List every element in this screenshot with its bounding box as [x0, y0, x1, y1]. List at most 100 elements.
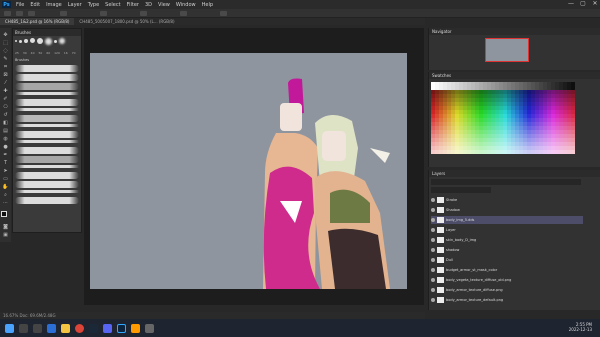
gradient-tool-icon[interactable]: ▤ — [2, 128, 9, 134]
tool-preset-button[interactable] — [4, 11, 11, 16]
vlc-icon[interactable] — [131, 323, 140, 333]
document-canvas[interactable] — [90, 53, 407, 289]
mode-dropdown[interactable] — [60, 11, 67, 16]
close-button[interactable]: ✕ — [590, 0, 600, 9]
menu-3d[interactable]: 3D — [142, 2, 155, 8]
menu-filter[interactable]: Filter — [124, 2, 142, 8]
menu-layer[interactable]: Layer — [65, 2, 85, 8]
brush-preset[interactable] — [15, 172, 79, 179]
brush-tool-icon[interactable]: ✐ — [2, 96, 9, 102]
marquee-tool-icon[interactable]: ⬚ — [2, 40, 9, 46]
steam-icon[interactable] — [89, 323, 98, 333]
layer-filter-bar[interactable] — [431, 179, 581, 185]
screen-mode-icon[interactable]: ▣ — [2, 232, 9, 238]
brush-preset[interactable] — [15, 147, 79, 154]
more-tools-icon[interactable]: ⋯ — [2, 200, 9, 206]
pen-tool-icon[interactable]: ✒ — [2, 152, 9, 158]
brush-preset[interactable] — [15, 165, 79, 168]
zoom-tool-icon[interactable]: ⌕ — [2, 192, 9, 198]
frame-tool-icon[interactable]: ⊠ — [2, 72, 9, 78]
flow-control[interactable] — [140, 11, 147, 16]
brush-tip[interactable] — [24, 39, 28, 43]
brush-preset[interactable] — [15, 197, 79, 204]
menu-edit[interactable]: Edit — [27, 2, 43, 8]
menu-type[interactable]: Type — [85, 2, 102, 8]
brush-preset[interactable] — [15, 99, 79, 106]
eraser-tool-icon[interactable]: ◧ — [2, 120, 9, 126]
system-clock[interactable]: 2:55 PM 2022-12-13 — [569, 322, 592, 332]
hand-tool-icon[interactable]: ✋ — [2, 184, 9, 190]
brush-preset[interactable] — [15, 108, 79, 111]
layer-visibility-icon[interactable] — [431, 248, 435, 252]
layer-visibility-icon[interactable] — [431, 228, 435, 232]
task-view-icon[interactable] — [33, 323, 42, 333]
symmetry-button[interactable] — [220, 11, 227, 16]
brush-preset[interactable] — [15, 65, 79, 72]
search-icon[interactable] — [19, 323, 28, 333]
layer-row[interactable]: Shadow — [431, 206, 583, 214]
doc-tab-1[interactable]: CH485_1&2.psd @ 16% (RGB/8) — [0, 18, 75, 25]
dodge-tool-icon[interactable]: ● — [2, 144, 9, 150]
brush-tip[interactable] — [59, 38, 65, 44]
minimize-button[interactable]: — — [566, 0, 576, 9]
windows-start-icon[interactable] — [5, 323, 14, 333]
app-icon[interactable] — [145, 323, 154, 333]
layer-visibility-icon[interactable] — [431, 278, 435, 282]
eyedropper-icon[interactable]: ⁄ — [2, 80, 9, 86]
brush-tip[interactable] — [30, 38, 35, 43]
clone-stamp-icon[interactable]: ⎔ — [2, 104, 9, 110]
photoshop-taskbar-icon[interactable] — [117, 323, 126, 333]
menu-help[interactable]: Help — [199, 2, 216, 8]
chrome-icon[interactable] — [75, 323, 84, 333]
layer-visibility-icon[interactable] — [431, 218, 435, 222]
layer-row[interactable]: Layer — [431, 226, 583, 234]
healing-brush-icon[interactable]: ✚ — [2, 88, 9, 94]
layer-visibility-icon[interactable] — [431, 198, 435, 202]
layer-row[interactable]: body_img_5.dds — [431, 216, 583, 224]
maximize-button[interactable]: ▢ — [578, 0, 588, 9]
move-tool-icon[interactable]: ✥ — [2, 32, 9, 38]
navigator-thumbnail[interactable] — [485, 38, 529, 62]
brush-preset[interactable] — [15, 140, 79, 143]
menu-window[interactable]: Window — [173, 2, 199, 8]
quick-select-icon[interactable]: ✎ — [2, 56, 9, 62]
layer-visibility-icon[interactable] — [431, 208, 435, 212]
blur-tool-icon[interactable]: ◍ — [2, 136, 9, 142]
blend-mode-dropdown[interactable] — [431, 187, 491, 193]
color-swatch[interactable] — [571, 150, 575, 154]
layer-visibility-icon[interactable] — [431, 288, 435, 292]
opacity-control[interactable] — [100, 11, 107, 16]
brush-tip[interactable] — [15, 40, 17, 42]
quick-mask-icon[interactable]: ◙ — [2, 224, 9, 230]
brush-settings-button[interactable] — [28, 11, 35, 16]
layer-visibility-icon[interactable] — [431, 268, 435, 272]
shape-tool-icon[interactable]: ▭ — [2, 176, 9, 182]
foreground-color-swatch[interactable] — [1, 211, 7, 217]
brush-tip[interactable] — [54, 40, 57, 43]
brush-preset[interactable] — [15, 181, 79, 188]
layer-row[interactable]: shadow — [431, 246, 583, 254]
layer-row[interactable]: Dull — [431, 256, 583, 264]
crop-tool-icon[interactable]: ⌗ — [2, 64, 9, 70]
layer-row[interactable]: budget_armor_st_mask_color — [431, 266, 583, 274]
brush-group-label[interactable]: Brushes — [15, 58, 29, 62]
brush-preset[interactable] — [15, 124, 79, 127]
layer-visibility-icon[interactable] — [431, 238, 435, 242]
brush-preset[interactable] — [15, 115, 79, 122]
brush-preset[interactable] — [15, 83, 79, 90]
layer-row[interactable]: body_armor_texture_default.png — [431, 296, 583, 304]
brush-preset[interactable] — [15, 156, 79, 163]
file-explorer-icon[interactable] — [61, 323, 70, 333]
brush-preset[interactable] — [15, 92, 79, 95]
brush-tip[interactable] — [37, 38, 43, 44]
type-tool-icon[interactable]: T — [2, 160, 9, 166]
lasso-tool-icon[interactable]: ◌ — [2, 48, 9, 54]
brush-preset[interactable] — [15, 190, 79, 193]
layer-row[interactable]: Stroke — [431, 196, 583, 204]
history-brush-icon[interactable]: ↺ — [2, 112, 9, 118]
brush-tip[interactable] — [19, 40, 22, 43]
edge-icon[interactable] — [47, 323, 56, 333]
discord-icon[interactable] — [103, 323, 112, 333]
brush-tip[interactable] — [45, 38, 52, 45]
layer-visibility-icon[interactable] — [431, 258, 435, 262]
